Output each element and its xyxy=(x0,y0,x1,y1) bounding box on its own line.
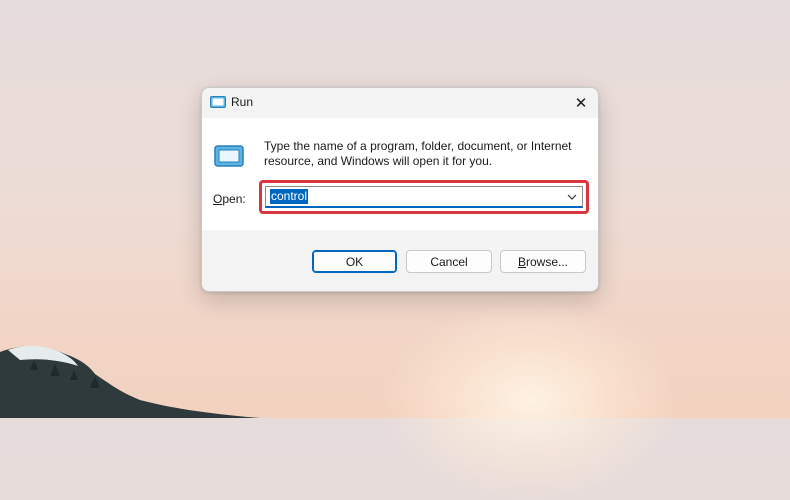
window-title: Run xyxy=(231,95,254,109)
run-icon xyxy=(210,96,226,108)
wallpaper-sun-glow xyxy=(380,300,680,500)
instructions-line-2: resource, and Windows will open it for y… xyxy=(264,154,493,168)
browse-button[interactable]: Browse... xyxy=(500,250,586,273)
dialog-body: Type the name of a program, folder, docu… xyxy=(202,118,598,230)
open-input-value[interactable]: control xyxy=(270,189,309,204)
open-label-mnemonic: O xyxy=(213,192,223,206)
open-label-rest: pen: xyxy=(222,192,246,206)
chevron-down-icon[interactable] xyxy=(566,191,578,203)
open-combobox[interactable]: control xyxy=(265,186,583,208)
close-icon: ✕ xyxy=(574,95,588,112)
run-icon xyxy=(214,145,244,167)
close-button[interactable]: ✕ xyxy=(564,88,598,118)
instructions-text: Type the name of a program, folder, docu… xyxy=(264,139,594,169)
open-label: Open: xyxy=(213,192,246,206)
wallpaper-mountain-image xyxy=(0,346,260,418)
cancel-button[interactable]: Cancel xyxy=(406,250,492,273)
browse-mnemonic: B xyxy=(517,254,526,269)
title-bar[interactable]: Run ✕ xyxy=(202,88,598,118)
ok-button[interactable]: OK xyxy=(312,250,397,273)
instructions-line-1: Type the name of a program, folder, docu… xyxy=(264,139,572,153)
browse-label-rest: rowse... xyxy=(526,254,569,269)
run-dialog: Run ✕ Type the name of a program, folder… xyxy=(201,87,599,292)
